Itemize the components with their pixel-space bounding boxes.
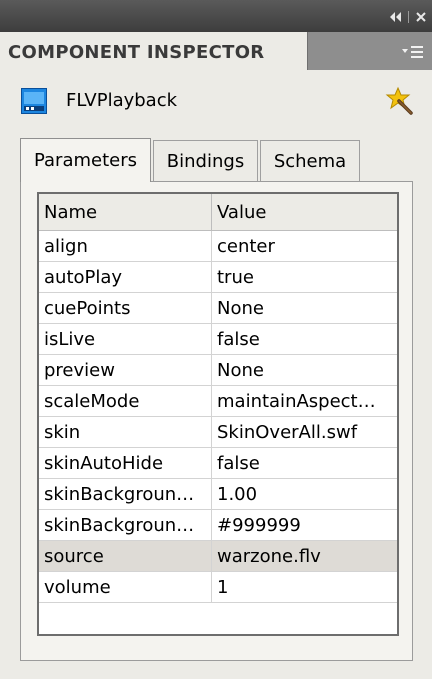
parameter-name[interactable]: source	[39, 541, 212, 572]
table-row[interactable]: skinBackgroun… #999999	[39, 510, 397, 541]
titlebar-controls	[390, 10, 426, 24]
component-header: FLVPlayback	[0, 70, 432, 128]
parameter-name[interactable]: cuePoints	[39, 293, 212, 324]
parameter-value[interactable]: SkinOverAll.swf	[212, 417, 397, 448]
panel-title: COMPONENT INSPECTOR	[8, 42, 265, 63]
table-row[interactable]: skin SkinOverAll.swf	[39, 417, 397, 448]
column-header-value[interactable]: Value	[212, 194, 397, 231]
tab-schema[interactable]: Schema	[260, 140, 360, 181]
parameter-name[interactable]: skinBackgroun…	[39, 510, 212, 541]
parameter-name[interactable]: align	[39, 231, 212, 262]
parameter-name[interactable]: volume	[39, 572, 212, 603]
table-row[interactable]: source warzone.flv	[39, 541, 397, 572]
tab-parameters[interactable]: Parameters	[20, 138, 151, 182]
panel-footer	[0, 664, 432, 679]
tab-bindings[interactable]: Bindings	[153, 140, 258, 181]
table-row[interactable]: isLive false	[39, 324, 397, 355]
wand-star-icon[interactable]	[384, 86, 414, 116]
table-row[interactable]: cuePoints None	[39, 293, 397, 324]
table-row[interactable]: volume 1	[39, 572, 397, 603]
parameter-value[interactable]: #999999	[212, 510, 397, 541]
close-icon[interactable]	[416, 12, 426, 22]
parameter-value[interactable]: warzone.flv	[212, 541, 397, 572]
parameter-name[interactable]: skinAutoHide	[39, 448, 212, 479]
parameter-value[interactable]: center	[212, 231, 397, 262]
parameter-name[interactable]: autoPlay	[39, 262, 212, 293]
parameter-name[interactable]: skin	[39, 417, 212, 448]
panel-menu-icon[interactable]	[400, 43, 426, 61]
double-left-arrow-icon[interactable]	[390, 12, 401, 22]
panel-tab[interactable]: COMPONENT INSPECTOR	[0, 32, 308, 70]
table-row[interactable]: align center	[39, 231, 397, 262]
table-row[interactable]: autoPlay true	[39, 262, 397, 293]
panel-header: COMPONENT INSPECTOR	[0, 32, 432, 70]
parameter-value[interactable]: maintainAspect…	[212, 386, 397, 417]
flv-component-icon	[21, 88, 47, 114]
column-header-name[interactable]: Name	[39, 194, 212, 231]
parameter-name[interactable]: skinBackgroun…	[39, 479, 212, 510]
parameter-name[interactable]: scaleMode	[39, 386, 212, 417]
table-row[interactable]: skinBackgroun… 1.00	[39, 479, 397, 510]
parameter-name[interactable]: preview	[39, 355, 212, 386]
parameter-value[interactable]: None	[212, 355, 397, 386]
table-row[interactable]: scaleMode maintainAspect…	[39, 386, 397, 417]
parameters-grid: Name Value align center autoPlay true cuePoi…	[37, 192, 399, 636]
parameter-value[interactable]: None	[212, 293, 397, 324]
table-row[interactable]: preview None	[39, 355, 397, 386]
window-titlebar	[0, 0, 432, 32]
parameter-value[interactable]: 1	[212, 572, 397, 603]
parameter-value[interactable]: 1.00	[212, 479, 397, 510]
table-row[interactable]: skinAutoHide false	[39, 448, 397, 479]
parameter-name[interactable]: isLive	[39, 324, 212, 355]
grid-header-row: Name Value	[39, 194, 397, 231]
parameters-panel: Name Value align center autoPlay true cuePoi…	[20, 181, 413, 661]
parameter-value[interactable]: false	[212, 324, 397, 355]
titlebar-separator	[408, 11, 409, 23]
parameter-value[interactable]: false	[212, 448, 397, 479]
parameter-value[interactable]: true	[212, 262, 397, 293]
component-name: FLVPlayback	[66, 90, 178, 111]
